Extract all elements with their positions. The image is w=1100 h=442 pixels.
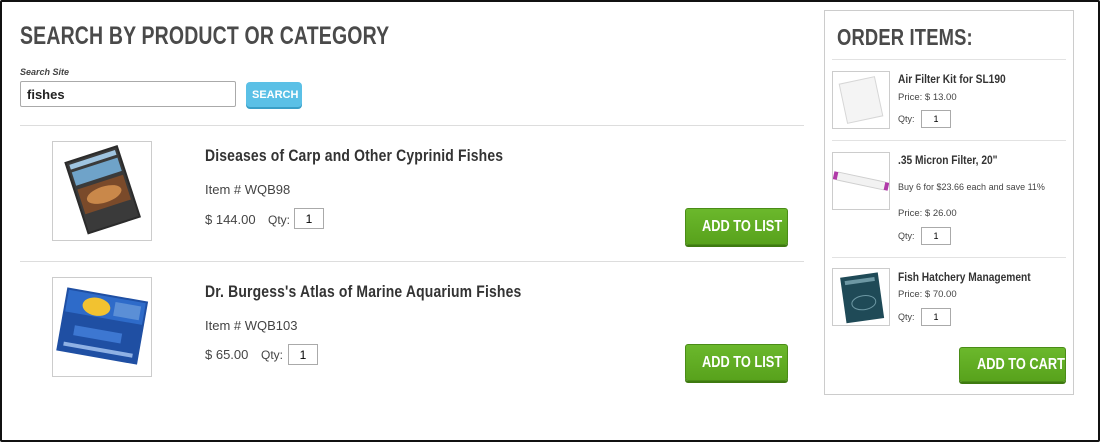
order-item-qty-input[interactable] bbox=[921, 308, 951, 326]
divider bbox=[20, 261, 804, 262]
product-title[interactable]: Diseases of Carp and Other Cyprinid Fish… bbox=[205, 146, 503, 166]
divider bbox=[20, 125, 804, 126]
order-item-thumbnail bbox=[832, 268, 890, 326]
divider bbox=[832, 59, 1066, 60]
order-item-promo: Buy 6 for $23.66 each and save 11% bbox=[898, 182, 1045, 192]
product-thumbnail-carp-book[interactable] bbox=[52, 141, 152, 241]
qty-label: Qty: bbox=[268, 213, 291, 227]
qty-input[interactable] bbox=[294, 208, 324, 229]
qty-label: Qty: bbox=[261, 348, 284, 362]
order-item-qty-input[interactable] bbox=[921, 227, 951, 245]
carp-book-cover-image bbox=[64, 144, 142, 235]
order-item-name: .35 Micron Filter, 20" bbox=[898, 153, 998, 167]
order-item-qty-label: Qty: bbox=[898, 114, 915, 124]
search-button[interactable]: SEARCH bbox=[246, 82, 302, 107]
hatchery-book-image bbox=[840, 272, 885, 324]
product-item-number: Item # WQB98 bbox=[205, 182, 291, 197]
product-price: $ 144.00 bbox=[205, 212, 256, 227]
order-item-name: Fish Hatchery Management bbox=[898, 270, 1031, 284]
order-item-qty-label: Qty: bbox=[898, 312, 915, 322]
search-input[interactable] bbox=[20, 81, 236, 107]
order-item-name: Air Filter Kit for SL190 bbox=[898, 72, 1006, 86]
product-price: $ 65.00 bbox=[205, 347, 249, 362]
micron-filter-image bbox=[832, 171, 890, 191]
order-item-price: Price: $ 70.00 bbox=[898, 289, 957, 300]
product-thumbnail-atlas-book[interactable] bbox=[52, 277, 152, 377]
atlas-book-cover-image bbox=[56, 287, 149, 365]
page-title: SEARCH BY PRODUCT OR CATEGORY bbox=[20, 22, 390, 50]
divider bbox=[832, 257, 1066, 258]
order-items-title: ORDER ITEMS: bbox=[837, 24, 973, 50]
add-to-list-label: ADD TO LIST bbox=[702, 353, 783, 371]
add-to-list-label: ADD TO LIST bbox=[702, 217, 783, 235]
order-item-thumbnail bbox=[832, 71, 890, 129]
order-item-price: Price: $ 13.00 bbox=[898, 92, 957, 103]
order-item-price: Price: $ 26.00 bbox=[898, 208, 957, 219]
add-to-list-button[interactable]: ADD TO LIST bbox=[685, 208, 788, 245]
order-item-qty-label: Qty: bbox=[898, 231, 915, 241]
divider bbox=[832, 140, 1066, 141]
air-filter-image bbox=[838, 76, 884, 124]
product-item-number: Item # WQB103 bbox=[205, 318, 298, 333]
search-label: Search Site bbox=[20, 67, 70, 77]
product-title[interactable]: Dr. Burgess's Atlas of Marine Aquarium F… bbox=[205, 282, 521, 302]
add-to-list-button[interactable]: ADD TO LIST bbox=[685, 344, 788, 381]
qty-input[interactable] bbox=[288, 344, 318, 365]
add-to-cart-label: ADD TO CART bbox=[976, 355, 1065, 373]
order-item-thumbnail bbox=[832, 152, 890, 210]
order-item-qty-input[interactable] bbox=[921, 110, 951, 128]
add-to-cart-button[interactable]: ADD TO CART bbox=[959, 347, 1066, 382]
